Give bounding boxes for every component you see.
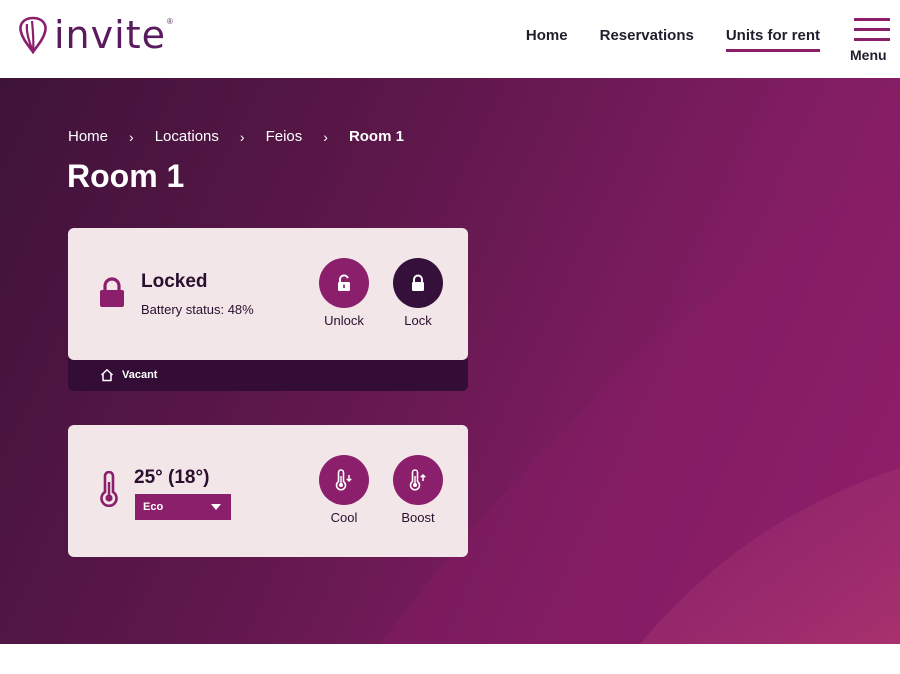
nav-reservations[interactable]: Reservations [600,27,694,48]
lock-label: Lock [404,313,432,328]
boost-button-circle[interactable] [393,455,443,505]
thermometer-up-icon [409,469,426,491]
chevron-right-icon: › [129,128,134,145]
brand-logo[interactable]: invite ® [18,14,173,56]
site-header: invite ® Home Reservations Units for ren… [0,0,900,78]
main-nav: Home Reservations Units for rent [526,27,821,52]
breadcrumb-home[interactable]: Home [68,128,108,145]
hamburger-icon [854,18,890,21]
hamburger-icon-bar [854,38,890,41]
logo-mark-icon [19,16,47,55]
lock-card-body: Locked Battery status: 48% Unlock Lock [68,228,468,360]
cool-label: Cool [330,510,358,525]
cool-button-circle[interactable] [319,455,369,505]
breadcrumb-locations[interactable]: Locations [155,128,219,145]
menu-label: Menu [850,47,887,63]
climate-card-body: 25° (18°) Eco Cool Boost [68,425,468,557]
lock-open-icon [338,274,350,291]
boost-button[interactable]: Boost [388,455,448,525]
chevron-right-icon: › [323,128,328,145]
unlock-button[interactable]: Unlock [314,258,374,328]
caret-down-icon [211,504,221,510]
lock-closed-icon [412,274,424,291]
menu-button[interactable]: Menu [850,18,892,64]
brand-registered-mark: ® [166,16,173,26]
lock-status-icon [100,277,124,307]
lock-status: Locked [141,271,208,292]
mode-select[interactable]: Eco [135,494,231,520]
breadcrumb-current: Room 1 [348,128,404,145]
hamburger-icon-bar [854,28,890,31]
home-icon [100,369,114,382]
lock-button[interactable]: Lock [388,258,448,328]
nav-home[interactable]: Home [526,27,568,48]
brand-name: invite [54,13,166,57]
lock-button-circle[interactable] [393,258,443,308]
breadcrumb-feios[interactable]: Feios [266,128,303,145]
mode-selected-value: Eco [143,501,164,513]
climate-card: 25° (18°) Eco Cool Boost [68,425,468,557]
unlock-button-circle[interactable] [319,258,369,308]
boost-label: Boost [401,510,435,525]
lock-card: Locked Battery status: 48% Unlock Lock V… [68,228,468,391]
hero-section: Home › Locations › Feios › Room 1 Room 1… [0,78,900,644]
temperature-value: 25° (18°) [134,467,210,488]
breadcrumb: Home › Locations › Feios › Room 1 [68,128,404,145]
thermometer-icon [100,471,118,507]
chevron-right-icon: › [239,128,245,145]
unlock-label: Unlock [324,313,364,328]
thermometer-down-icon [335,469,352,491]
cool-button[interactable]: Cool [314,455,374,525]
occupancy-status-bar: Vacant [68,359,468,391]
battery-status: Battery status: 48% [141,302,254,317]
occupancy-status: Vacant [122,369,158,381]
page-title: Room 1 [67,158,185,194]
nav-units-for-rent[interactable]: Units for rent [725,27,821,52]
